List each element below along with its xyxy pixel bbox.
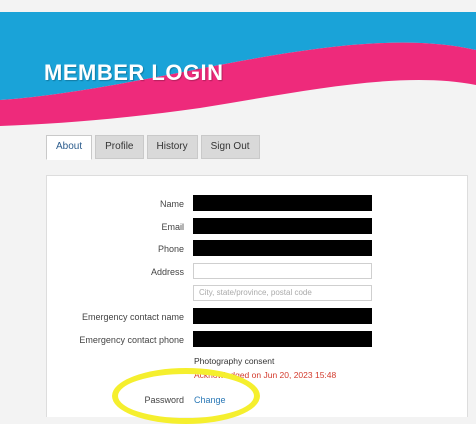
header-banner: MEMBER LOGIN	[0, 0, 476, 135]
tab-bar: About Profile History Sign Out	[46, 135, 260, 160]
name-label: Name	[159, 199, 184, 209]
emergency-phone-row: Emergency contact phone	[47, 331, 467, 349]
photo-consent-label: Photography consent	[194, 356, 275, 366]
tab-about[interactable]: About	[46, 135, 93, 160]
phone-label: Phone	[157, 244, 184, 254]
address-line2-input[interactable]: City, state/province, postal code	[193, 285, 372, 301]
about-panel: Name Email Phone Address City, state/pro…	[46, 175, 468, 417]
email-label: Email	[161, 222, 184, 232]
emergency-phone-field-redacted[interactable]	[193, 331, 372, 347]
tab-sign-out[interactable]: Sign Out	[200, 135, 260, 159]
emergency-name-field-redacted[interactable]	[193, 308, 372, 324]
email-row: Email	[47, 218, 467, 236]
name-field-redacted[interactable]	[193, 195, 372, 211]
emergency-phone-label: Emergency contact phone	[79, 335, 184, 345]
email-field-redacted[interactable]	[193, 218, 372, 234]
tab-profile[interactable]: Profile	[95, 135, 144, 159]
address-label: Address	[150, 267, 184, 277]
page-title: MEMBER LOGIN	[44, 60, 224, 85]
address-row: Address	[47, 263, 467, 281]
phone-row: Phone	[47, 240, 467, 258]
emergency-name-label: Emergency contact name	[81, 312, 184, 322]
password-change-link[interactable]: Change	[194, 395, 226, 405]
tab-history[interactable]: History	[146, 135, 198, 159]
address-line1-input[interactable]	[193, 263, 372, 279]
emergency-name-row: Emergency contact name	[47, 308, 467, 326]
phone-field-redacted[interactable]	[193, 240, 372, 256]
name-row: Name	[47, 195, 467, 213]
photo-consent-status: Acknowledged on Jun 20, 2023 15:48	[194, 370, 337, 380]
password-label: Password	[144, 395, 184, 405]
address-line2-row: City, state/province, postal code	[47, 285, 467, 303]
